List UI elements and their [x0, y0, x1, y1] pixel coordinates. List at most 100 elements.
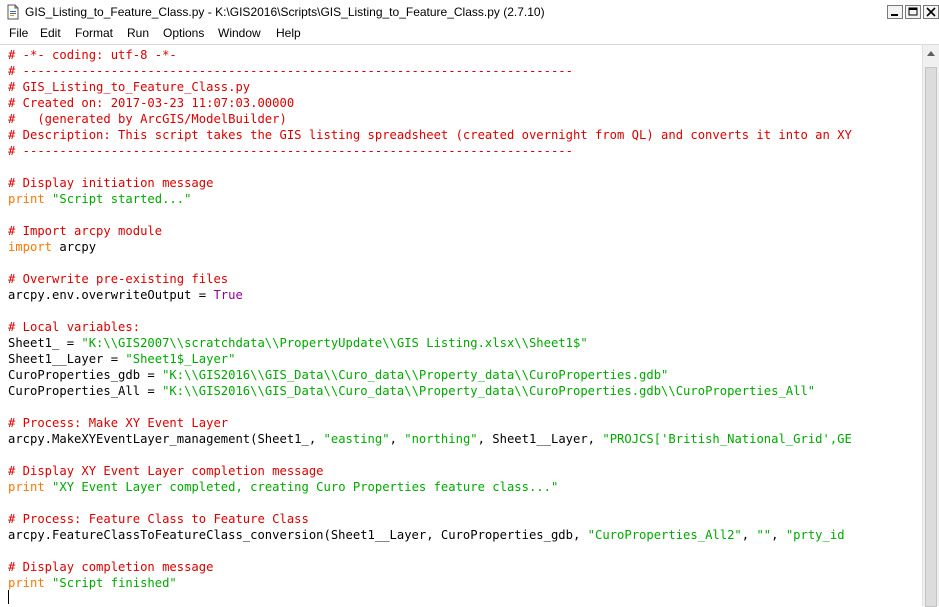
code-line[interactable]: Sheet1__Layer = "Sheet1$_Layer": [8, 351, 852, 367]
code-token: print: [8, 480, 45, 494]
code-token: "Sheet1$_Layer": [125, 352, 236, 366]
code-line[interactable]: # Local variables:: [8, 319, 852, 335]
code-token: # Overwrite pre-existing files: [8, 272, 229, 286]
menu-options[interactable]: Options: [163, 26, 204, 40]
title-bar[interactable]: GIS_Listing_to_Feature_Class.py - K:\GIS…: [0, 0, 939, 25]
minimize-button[interactable]: [887, 5, 903, 19]
code-line[interactable]: # Display XY Event Layer completion mess…: [8, 463, 852, 479]
code-token: # Display initiation message: [8, 176, 214, 190]
code-line[interactable]: [8, 255, 852, 271]
code-line[interactable]: # Description: This script takes the GIS…: [8, 127, 852, 143]
code-line[interactable]: # --------------------------------------…: [8, 63, 852, 79]
code-token: CuroProperties_gdb =: [8, 368, 163, 382]
code-token: import: [8, 240, 53, 254]
scroll-up-arrow-icon[interactable]: [923, 45, 939, 62]
code-token: # Process: Make XY Event Layer: [8, 416, 229, 430]
code-token: ,: [771, 528, 786, 542]
code-line[interactable]: # Created on: 2017-03-23 11:07:03.00000: [8, 95, 852, 111]
code-token: print: [8, 192, 45, 206]
code-token: # Display completion message: [8, 560, 214, 574]
code-token: # Local variables:: [8, 320, 141, 334]
code-line[interactable]: # (generated by ArcGIS/ModelBuilder): [8, 111, 852, 127]
code-token: "Script finished": [52, 576, 177, 590]
scrollbar-thumb[interactable]: [925, 67, 937, 607]
code-line[interactable]: [8, 399, 852, 415]
code-line[interactable]: # -*- coding: utf-8 -*-: [8, 47, 852, 63]
code-line[interactable]: arcpy.FeatureClassToFeatureClass_convers…: [8, 527, 852, 543]
code-editor[interactable]: # -*- coding: utf-8 -*- # ---------------…: [0, 45, 922, 606]
code-token: Sheet1_ =: [8, 336, 82, 350]
code-token: arcpy.FeatureClassToFeatureClass_convers…: [8, 528, 588, 542]
code-token: "": [756, 528, 772, 542]
code-token: arcpy.env.overwriteOutput =: [8, 288, 214, 302]
code-line[interactable]: # Display completion message: [8, 559, 852, 575]
code-line[interactable]: # --------------------------------------…: [8, 143, 852, 159]
code-line[interactable]: arcpy.MakeXYEventLayer_management(Sheet1…: [8, 431, 852, 447]
code-line[interactable]: # GIS_Listing_to_Feature_Class.py: [8, 79, 852, 95]
window-title: GIS_Listing_to_Feature_Class.py - K:\GIS…: [25, 5, 545, 19]
code-token: "XY Event Layer completed, creating Curo…: [52, 480, 559, 494]
code-line[interactable]: CuroProperties_All = "K:\\GIS2016\\GIS_D…: [8, 383, 852, 399]
code-token: "northing": [404, 432, 478, 446]
close-button[interactable]: [923, 5, 939, 19]
idle-file-icon: [5, 4, 21, 20]
code-line[interactable]: [8, 159, 852, 175]
code-line[interactable]: import arcpy: [8, 239, 852, 255]
code-line[interactable]: CuroProperties_gdb = "K:\\GIS2016\\GIS_D…: [8, 367, 852, 383]
code-token: # Description: This script takes the GIS…: [8, 128, 852, 142]
code-token: # Created on: 2017-03-23 11:07:03.00000: [8, 96, 295, 110]
code-token: "Script started...": [52, 192, 192, 206]
maximize-button[interactable]: [905, 5, 921, 19]
code-token: # --------------------------------------…: [8, 64, 573, 78]
menu-format[interactable]: Format: [75, 26, 113, 40]
code-token: "K:\\GIS2016\\GIS_Data\\Curo_data\\Prope…: [162, 384, 816, 398]
menu-window[interactable]: Window: [218, 26, 261, 40]
code-line[interactable]: arcpy.env.overwriteOutput = True: [8, 287, 852, 303]
code-token: ,: [741, 528, 757, 542]
code-line[interactable]: print "Script finished": [8, 575, 852, 591]
text-cursor: [8, 590, 9, 604]
code-token: # Import arcpy module: [8, 224, 163, 238]
code-token: ,: [389, 432, 405, 446]
vertical-scrollbar[interactable]: [922, 45, 939, 607]
code-token: # -*- coding: utf-8 -*-: [8, 48, 177, 62]
menu-help[interactable]: Help: [276, 26, 301, 40]
code-token: # Display XY Event Layer completion mess…: [8, 464, 324, 478]
code-line[interactable]: [8, 495, 852, 511]
code-token: # GIS_Listing_to_Feature_Class.py: [8, 80, 251, 94]
code-line[interactable]: print "Script started...": [8, 191, 852, 207]
code-line[interactable]: # Import arcpy module: [8, 223, 852, 239]
code-line[interactable]: # Overwrite pre-existing files: [8, 271, 852, 287]
code-token: , Sheet1__Layer,: [477, 432, 603, 446]
code-token: "PROJCS['British_National_Grid',GE: [602, 432, 852, 446]
code-token: CuroProperties_All =: [8, 384, 163, 398]
code-line[interactable]: print "XY Event Layer completed, creatin…: [8, 479, 852, 495]
menu-file[interactable]: File: [9, 26, 28, 40]
code-line[interactable]: # Display initiation message: [8, 175, 852, 191]
code-line[interactable]: Sheet1_ = "K:\\GIS2007\\scratchdata\\Pro…: [8, 335, 852, 351]
code-token: True: [213, 288, 243, 302]
code-token: "K:\\GIS2007\\scratchdata\\PropertyUpdat…: [81, 336, 588, 350]
menu-run[interactable]: Run: [127, 26, 149, 40]
code-line[interactable]: [8, 543, 852, 559]
code-token: "prty_id: [785, 528, 845, 542]
code-text[interactable]: # -*- coding: utf-8 -*- # ---------------…: [8, 47, 852, 591]
code-token: arcpy.MakeXYEventLayer_management(Sheet1…: [8, 432, 324, 446]
code-line[interactable]: [8, 447, 852, 463]
code-line[interactable]: [8, 207, 852, 223]
code-token: # (generated by ArcGIS/ModelBuilder): [8, 112, 287, 126]
menu-bar: File Edit Format Run Options Window Help: [0, 24, 939, 45]
code-token: arcpy: [52, 240, 97, 254]
menu-edit[interactable]: Edit: [40, 26, 61, 40]
code-token: Sheet1__Layer =: [8, 352, 126, 366]
code-token: "easting": [323, 432, 390, 446]
code-line[interactable]: # Process: Feature Class to Feature Clas…: [8, 511, 852, 527]
code-line[interactable]: [8, 303, 852, 319]
code-line[interactable]: # Process: Make XY Event Layer: [8, 415, 852, 431]
code-token: "K:\\GIS2016\\GIS_Data\\Curo_data\\Prope…: [162, 368, 669, 382]
code-token: # --------------------------------------…: [8, 144, 573, 158]
code-token: # Process: Feature Class to Feature Clas…: [8, 512, 309, 526]
